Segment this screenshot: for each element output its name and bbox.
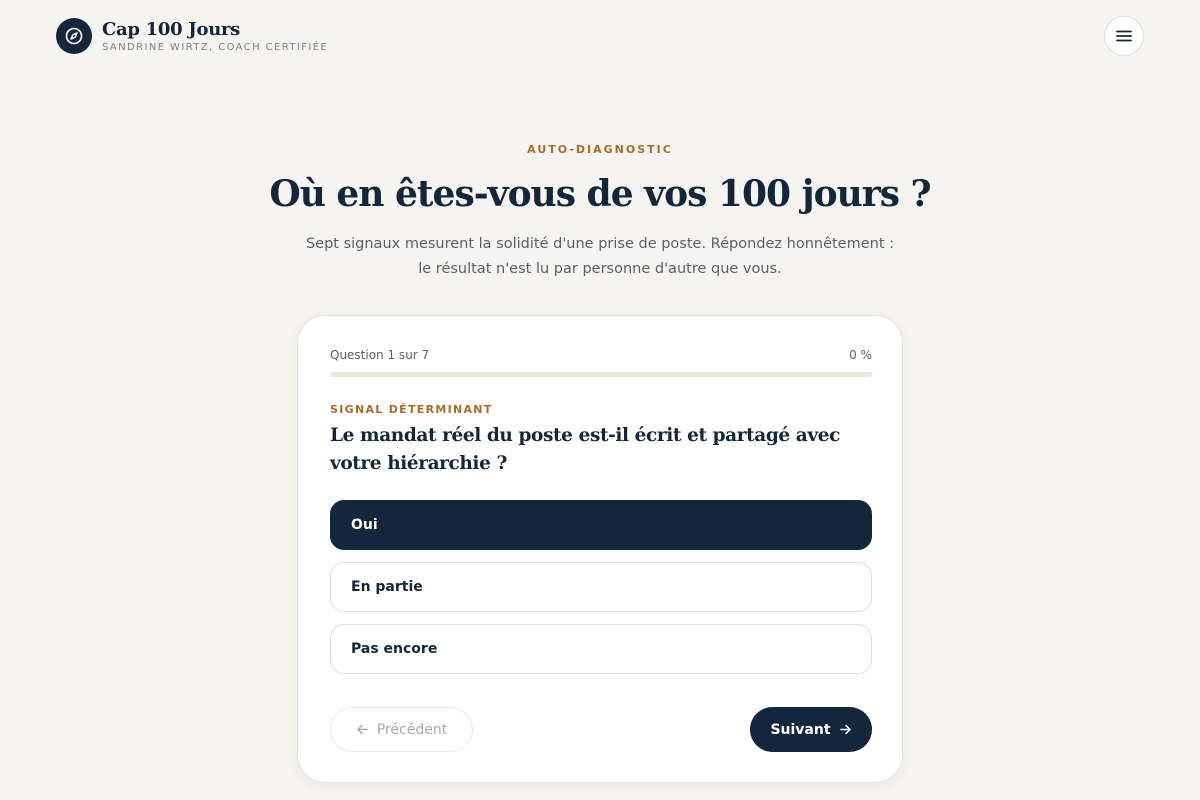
intro-text: Sept signaux mesurent la solidité d'une … (305, 236, 895, 277)
question-kicker: SIGNAL DÉTERMINANT (330, 403, 493, 416)
menu-button[interactable] (1104, 16, 1144, 56)
site-header: Cap 100 Jours SANDRINE WIRTZ, COACH CERT… (0, 0, 1200, 72)
option-oui[interactable]: Oui (330, 500, 872, 550)
menu-icon (1116, 30, 1132, 42)
progress-row: Question 1 sur 7 0 % (330, 348, 872, 362)
option-en-partie[interactable]: En partie (330, 562, 872, 612)
option-pas-encore[interactable]: Pas encore (330, 624, 872, 674)
progress-label: Question 1 sur 7 (330, 348, 430, 362)
question-text: Le mandat réel du poste est-il écrit et … (330, 425, 840, 474)
arrow-right-icon (839, 723, 852, 736)
brand-title: Cap 100 Jours (102, 19, 241, 40)
previous-label: Précédent (376, 721, 448, 738)
section-eyebrow: AUTO-DIAGNOSTIC (527, 143, 673, 156)
page-title: Où en êtes-vous de vos 100 jours ? (269, 173, 931, 215)
quiz-card: Question 1 sur 7 0 % SIGNAL DÉTERMINANT … (297, 315, 903, 783)
brand-subtitle: SANDRINE WIRTZ, COACH CERTIFIÉE (102, 42, 329, 53)
compass-icon (56, 18, 92, 54)
brand[interactable]: Cap 100 Jours SANDRINE WIRTZ, COACH CERT… (56, 18, 328, 54)
next-label: Suivant (770, 721, 831, 738)
previous-button[interactable]: Précédent (330, 707, 473, 752)
progress-bar (330, 372, 872, 377)
progress-percent: 0 % (849, 348, 872, 362)
next-button[interactable]: Suivant (750, 707, 872, 752)
arrow-left-icon (356, 723, 369, 736)
answer-options: Oui En partie Pas encore (330, 500, 872, 686)
